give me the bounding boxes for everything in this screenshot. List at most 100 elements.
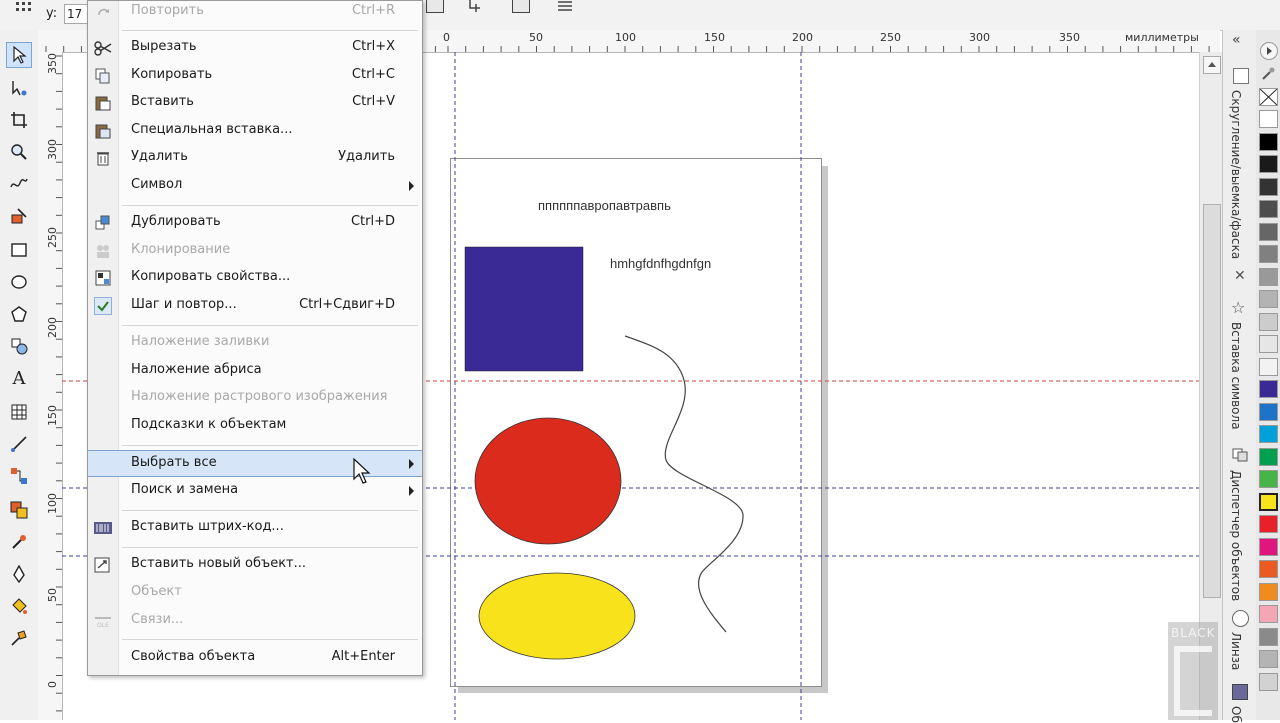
menu-item-redo[interactable]: Повторить Ctrl+R xyxy=(88,0,422,25)
submenu-arrow-icon xyxy=(409,486,414,496)
clone-icon xyxy=(94,242,112,260)
redo-icon xyxy=(94,3,112,21)
palette-swatch[interactable] xyxy=(1259,492,1278,511)
menu-item-overprint-bitmap[interactable]: Наложение растрового изображения xyxy=(88,385,422,411)
trash-icon xyxy=(94,149,112,167)
tab-lens[interactable]: Линза xyxy=(1229,632,1243,670)
eyedropper-icon[interactable] xyxy=(1260,66,1276,82)
palette-swatch[interactable] xyxy=(1259,357,1278,376)
menu-item-copy-properties[interactable]: Копировать свойства... xyxy=(88,265,422,291)
menu-item-clone[interactable]: Клонирование xyxy=(88,238,422,264)
menu-item-symbol[interactable]: Символ xyxy=(88,173,422,199)
collapse-docker-icon[interactable]: « xyxy=(1232,32,1241,48)
color-palette xyxy=(1256,30,1280,720)
lens-icon[interactable] xyxy=(1232,610,1249,627)
palette-swatch[interactable] xyxy=(1259,110,1278,128)
palette-swatch[interactable] xyxy=(1259,537,1278,556)
watermark-text: BLACK xyxy=(1171,626,1216,640)
check-icon xyxy=(94,297,112,315)
paste-special-icon xyxy=(94,122,112,140)
palette-swatch[interactable] xyxy=(1259,582,1278,601)
palette-swatch[interactable] xyxy=(1259,267,1278,286)
palette-swatch[interactable] xyxy=(1259,627,1278,646)
insert-object-icon xyxy=(94,556,112,574)
menu-item-overprint-outline[interactable]: Наложение абриса xyxy=(88,358,422,384)
no-color-swatch[interactable] xyxy=(1259,88,1278,106)
palette-swatch[interactable] xyxy=(1259,222,1278,241)
palette-swatch[interactable] xyxy=(1259,155,1278,173)
paste-icon xyxy=(94,94,112,112)
palette-swatch[interactable] xyxy=(1259,245,1278,263)
barcode-icon xyxy=(94,519,112,537)
palette-swatch[interactable] xyxy=(1259,447,1278,466)
yellow-ellipse[interactable] xyxy=(478,572,636,660)
tab-fillet-scallop-chamfer[interactable]: Скругление/выемка/фаска xyxy=(1229,90,1243,259)
tab-insert-character[interactable]: Вставка символа xyxy=(1229,322,1243,430)
palette-swatch[interactable] xyxy=(1259,470,1278,488)
copy-icon xyxy=(94,67,112,85)
menu-item-delete[interactable]: Удалить Удалить xyxy=(88,145,422,171)
object-manager-icon[interactable] xyxy=(1232,446,1248,462)
palette-scroll-up-icon[interactable] xyxy=(1260,42,1278,60)
canvas-text-2[interactable]: hmhgfdnfhgdnfgn xyxy=(610,256,711,271)
close-docker-icon[interactable]: ✕ xyxy=(1234,268,1246,284)
svg-text:OLE: OLE xyxy=(97,622,109,628)
menu-item-duplicate[interactable]: Дублировать Ctrl+D xyxy=(88,210,422,236)
fillet-docker-icon[interactable] xyxy=(1233,68,1249,84)
menu-separator xyxy=(122,639,418,640)
menu-item-object[interactable]: Объект xyxy=(88,580,422,606)
menu-item-insert-new-object[interactable]: Вставить новый объект... xyxy=(88,552,422,578)
menu-separator xyxy=(122,510,418,511)
palette-swatch[interactable] xyxy=(1259,402,1278,421)
vertical-scrollbar[interactable] xyxy=(1199,52,1222,720)
palette-swatch[interactable] xyxy=(1259,672,1278,691)
palette-swatch[interactable] xyxy=(1259,605,1278,623)
scissors-icon xyxy=(94,39,112,57)
menu-item-step-and-repeat[interactable]: Шаг и повтор... Ctrl+Сдвиг+D xyxy=(88,293,422,319)
submenu-arrow-icon xyxy=(409,181,414,191)
menu-separator xyxy=(122,547,418,548)
edit-context-menu: Повторить Ctrl+R Вырезать Ctrl+X Копиров… xyxy=(87,0,423,676)
menu-item-object-hints[interactable]: Подсказки к объектам xyxy=(88,413,422,439)
scroll-thumb[interactable] xyxy=(1203,204,1221,598)
palette-swatch[interactable] xyxy=(1259,312,1278,331)
copy-properties-icon xyxy=(94,269,112,287)
menu-separator xyxy=(122,325,418,326)
palette-swatch[interactable] xyxy=(1259,335,1278,353)
tab-object-properties[interactable]: Об xyxy=(1229,706,1243,723)
mouse-cursor-icon xyxy=(352,457,372,486)
palette-swatch[interactable] xyxy=(1259,290,1278,308)
menu-item-object-properties[interactable]: Свойства объекта Alt+Enter xyxy=(88,645,422,671)
palette-swatch[interactable] xyxy=(1259,380,1278,398)
duplicate-icon xyxy=(94,214,112,232)
menu-item-overprint-fill[interactable]: Наложение заливки xyxy=(88,330,422,356)
docker-panel: « Скругление/выемка/фаска ✕ ☆ Вставка си… xyxy=(1222,30,1257,723)
canvas-text-1[interactable]: ппппппавропавтравпь xyxy=(538,198,671,213)
menu-separator xyxy=(122,205,418,206)
menu-separator xyxy=(122,30,418,31)
palette-swatch[interactable] xyxy=(1259,515,1278,533)
palette-swatch[interactable] xyxy=(1259,132,1278,151)
red-ellipse[interactable] xyxy=(474,417,622,545)
ole-icon: OLE xyxy=(94,612,112,630)
scroll-up-button[interactable] xyxy=(1203,56,1221,74)
blue-rectangle[interactable] xyxy=(464,246,584,372)
tab-object-manager[interactable]: Диспетчер объектов xyxy=(1229,470,1243,601)
menu-item-insert-barcode[interactable]: Вставить штрих-код... xyxy=(88,515,422,541)
freehand-curve[interactable] xyxy=(624,335,744,633)
menu-item-links[interactable]: OLE Связи... xyxy=(88,608,422,634)
palette-swatch[interactable] xyxy=(1259,650,1278,668)
menu-item-cut[interactable]: Вырезать Ctrl+X xyxy=(88,35,422,61)
star-icon[interactable]: ☆ xyxy=(1231,298,1245,317)
menu-item-copy[interactable]: Копировать Ctrl+C xyxy=(88,63,422,89)
black-logo-watermark: BLACK xyxy=(1168,622,1218,720)
palette-swatch[interactable] xyxy=(1259,425,1278,443)
palette-swatch[interactable] xyxy=(1259,177,1278,196)
submenu-arrow-icon xyxy=(409,459,414,469)
palette-swatch[interactable] xyxy=(1259,200,1278,218)
menu-separator xyxy=(122,445,418,446)
palette-swatch[interactable] xyxy=(1259,560,1278,578)
menu-item-paste-special[interactable]: Специальная вставка... xyxy=(88,118,422,144)
menu-item-paste[interactable]: Вставить Ctrl+V xyxy=(88,90,422,116)
object-properties-icon[interactable] xyxy=(1232,684,1248,700)
